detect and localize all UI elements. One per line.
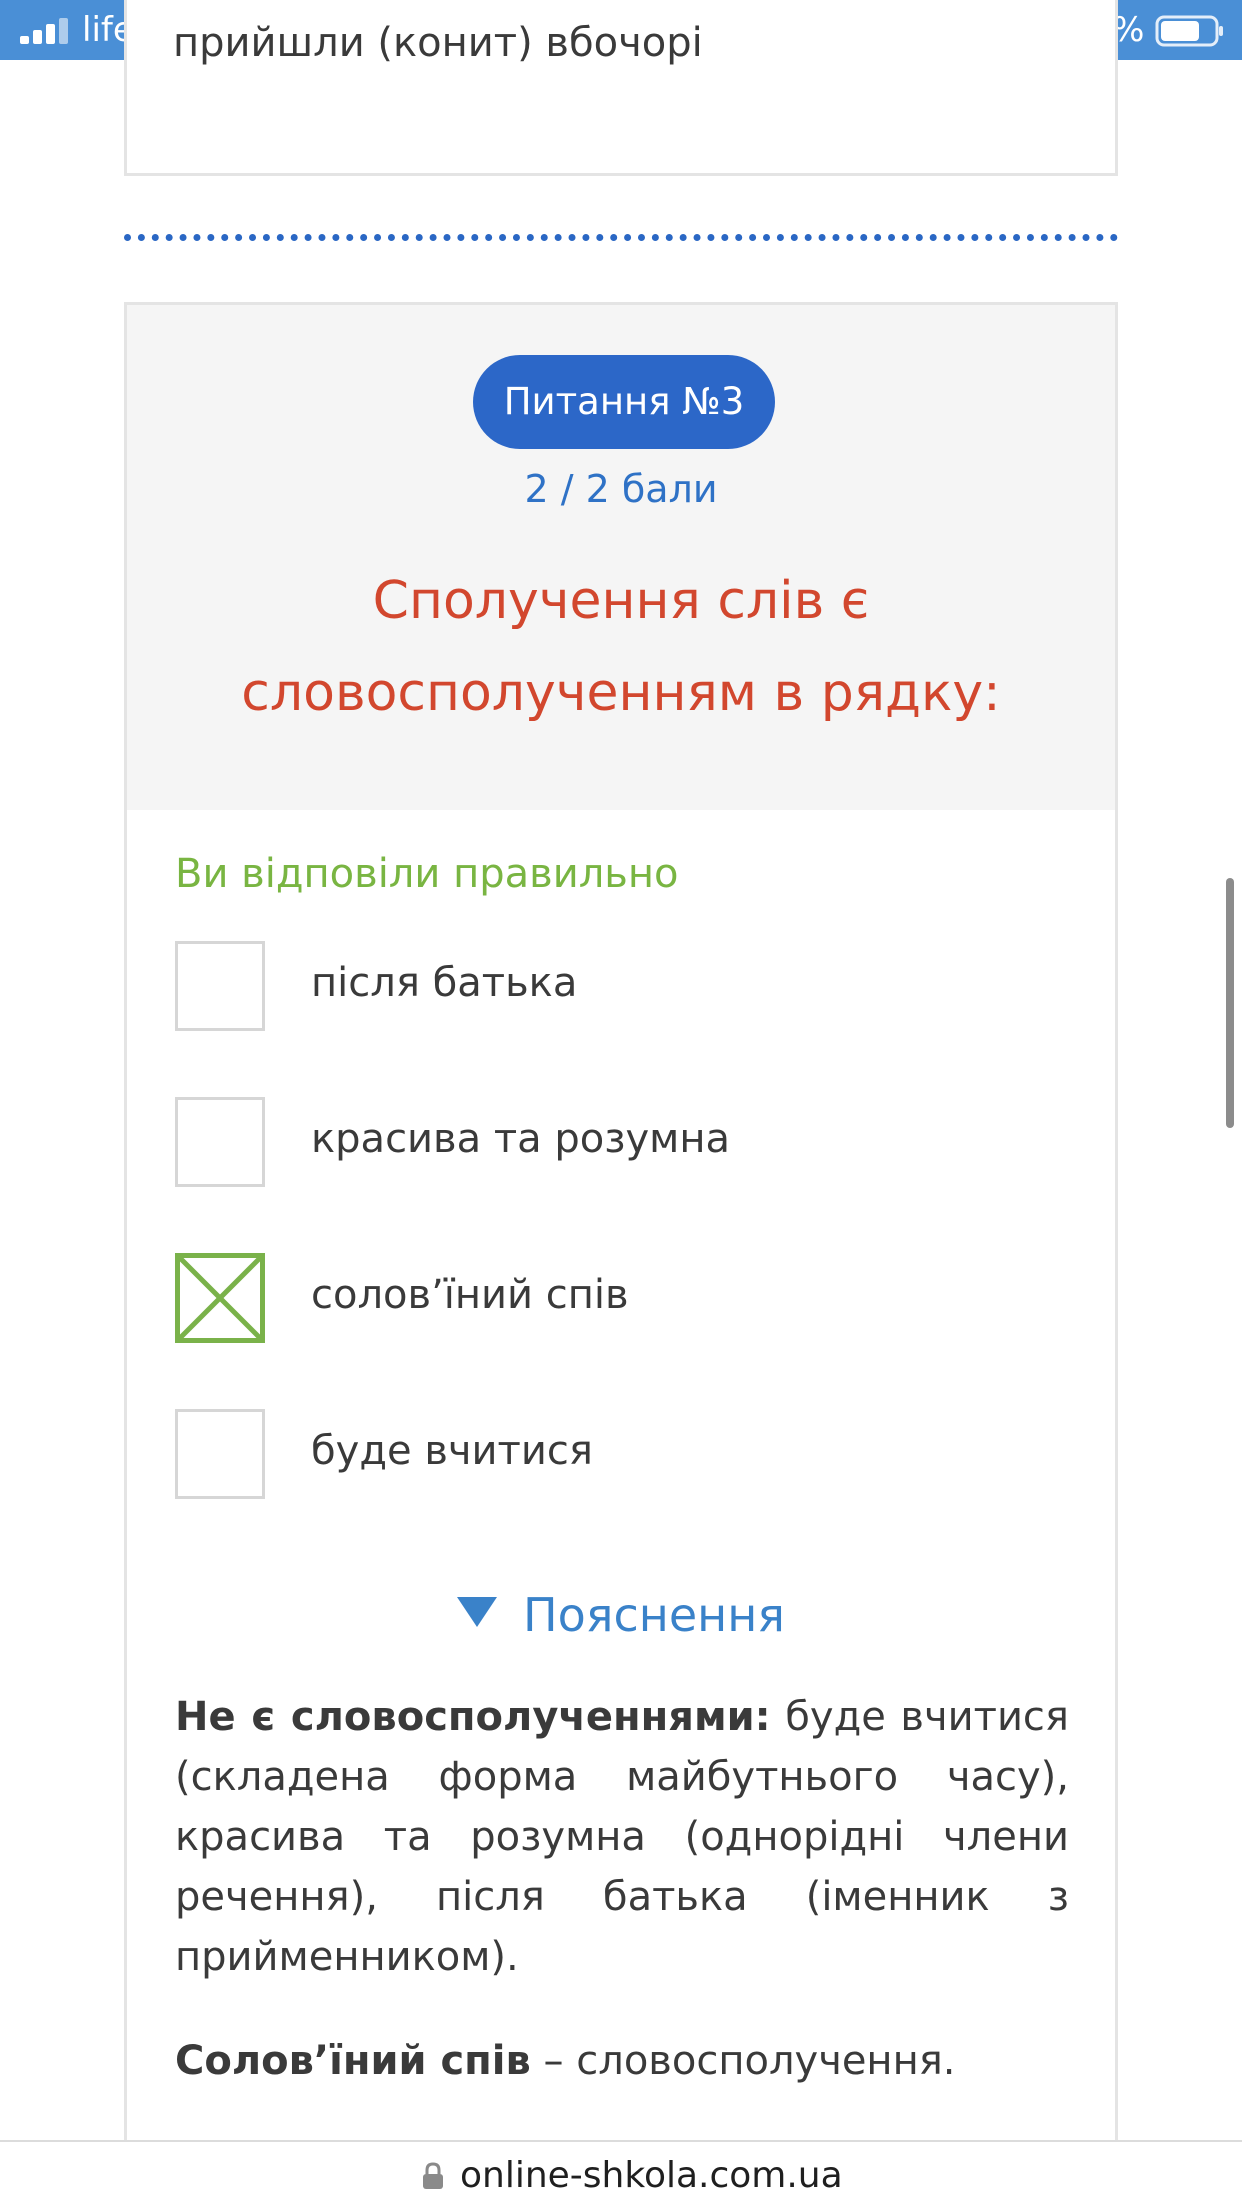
answer-option[interactable]: після батька xyxy=(175,941,1075,1031)
cross-check-icon xyxy=(180,1258,260,1338)
answer-checkbox[interactable] xyxy=(175,941,265,1031)
explanation-bold-lead: Солов’їний спів xyxy=(175,2038,531,2084)
answer-option[interactable]: буде вчитися xyxy=(175,1409,1075,1499)
previous-question-card: прийшли (конит) вбочорі xyxy=(124,0,1118,176)
question-header: Питання №3 2 / 2 бали Сполучення слів є … xyxy=(127,305,1115,810)
answer-option-label: після батька xyxy=(311,960,578,1006)
answer-option-label: красива та розумна xyxy=(311,1116,731,1162)
explanation-toggle[interactable]: Пояснення xyxy=(127,1585,1115,1645)
explanation-detail: – словосполучення. xyxy=(530,2038,956,2084)
question-separator xyxy=(124,234,1118,241)
question-score: 2 / 2 бали xyxy=(524,467,718,511)
answer-option-label: солов’їний спів xyxy=(311,1272,629,1318)
triangle-down-icon xyxy=(457,1597,498,1627)
answer-checkbox[interactable] xyxy=(175,1409,265,1499)
question-number-badge: Питання №3 xyxy=(473,355,775,449)
scrollbar-thumb[interactable] xyxy=(1226,878,1234,1128)
answer-checkbox-checked[interactable] xyxy=(175,1253,265,1343)
url-text: online-shkola.com.ua xyxy=(460,2155,843,2196)
lock-icon xyxy=(423,2162,443,2189)
question-card: Питання №3 2 / 2 бали Сполучення слів є … xyxy=(124,302,1118,2208)
browser-url-bar[interactable]: online-shkola.com.ua xyxy=(0,2140,1242,2208)
explanation-bold-lead: Не є словосполученнями: xyxy=(175,1694,771,1740)
explanation-paragraph: Солов’їний спів – словосполучення. xyxy=(175,2031,1069,2091)
answer-result-message: Ви відповіли правильно xyxy=(175,851,679,897)
answer-option-label: буде вчитися xyxy=(311,1428,593,1474)
battery-icon xyxy=(1155,15,1223,47)
answer-option-selected[interactable]: солов’їний спів xyxy=(175,1253,1075,1343)
question-title: Сполучення слів є словосполученням в ряд… xyxy=(241,571,1001,723)
explanation-text: Не є словосполученнями: буде вчитися (ск… xyxy=(175,1687,1069,2135)
previous-card-text: прийшли (конит) вбочорі xyxy=(173,20,703,66)
explanation-toggle-label: Пояснення xyxy=(523,1588,785,1642)
answer-option[interactable]: красива та розумна xyxy=(175,1097,1075,1187)
signal-strength-icon xyxy=(20,18,70,44)
explanation-paragraph: Не є словосполученнями: буде вчитися (ск… xyxy=(175,1687,1069,1987)
answer-checkbox[interactable] xyxy=(175,1097,265,1187)
